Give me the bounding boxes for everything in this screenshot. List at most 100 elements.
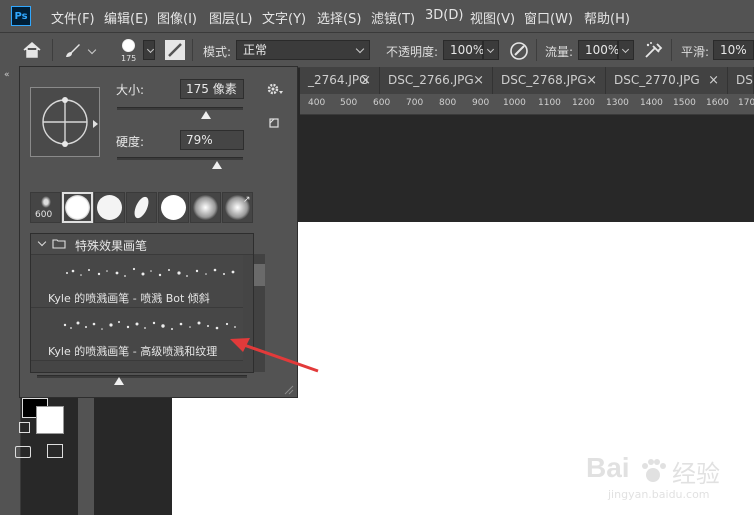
list-item[interactable]: Kyle 的喷溅画笔 - 高级喷溅和纹理 <box>31 308 243 361</box>
brush-preset[interactable]: ↗ <box>222 192 253 223</box>
brush-preset-selected[interactable] <box>62 192 93 223</box>
brush-preset[interactable] <box>190 192 221 223</box>
brush-preset-picker[interactable]: 175 <box>115 37 143 65</box>
document-tab[interactable]: DSC_2770.JPG × <box>606 67 728 94</box>
close-icon[interactable]: × <box>473 67 484 94</box>
size-slider-track[interactable] <box>117 107 243 110</box>
menu-image[interactable]: 图像(I) <box>157 8 197 27</box>
ruler-tick-label: 1500 <box>673 98 696 108</box>
close-icon[interactable]: × <box>586 67 597 94</box>
background-color-swatch[interactable] <box>36 406 64 434</box>
ruler-tick-label: 900 <box>472 98 490 108</box>
document-tab[interactable]: DSC_2766.JPG × <box>380 67 493 94</box>
expand-icon[interactable]: ↗ <box>243 195 251 205</box>
chevron-down-icon[interactable] <box>37 237 47 247</box>
ruler-tick-label: 800 <box>439 98 457 108</box>
opacity-dropdown-arrow[interactable] <box>483 40 499 60</box>
size-value: 175 像素 <box>186 82 237 96</box>
brush-preset-dropdown-arrow[interactable] <box>143 40 155 60</box>
splatter-tip-icon <box>41 196 51 208</box>
screen-mode-icon[interactable] <box>47 444 63 458</box>
round-tip-icon <box>161 195 186 220</box>
menu-file[interactable]: 文件(F) <box>51 8 95 27</box>
smoothing-input[interactable]: 10% <box>713 40 754 60</box>
menu-type[interactable]: 文字(Y) <box>262 8 306 27</box>
resize-grip-icon[interactable] <box>282 383 294 395</box>
scrollbar-thumb[interactable] <box>254 264 265 286</box>
menu-window[interactable]: 窗口(W) <box>524 8 573 27</box>
mode-select[interactable]: 正常 <box>236 40 370 60</box>
preset-size-label: 600 <box>35 210 53 220</box>
hardness-input[interactable]: 79% <box>180 130 244 150</box>
ruler-tick-label: 1200 <box>572 98 595 108</box>
brush-list: 特殊效果画笔 Kyle 的喷溅画笔 - 喷溅 Bot 倾斜 Kyle 的喷溅画笔… <box>30 233 265 373</box>
toggle-brush-settings-icon[interactable] <box>164 39 186 61</box>
menu-3d[interactable]: 3D(D) <box>425 8 463 23</box>
menu-select[interactable]: 选择(S) <box>317 8 361 27</box>
brush-tool-icon[interactable] <box>63 41 83 59</box>
annotation-arrow <box>230 338 319 373</box>
watermark-url: jingyan.baidu.com <box>608 488 710 501</box>
brush-preset[interactable] <box>158 192 189 223</box>
hardness-slider-track[interactable] <box>117 157 243 160</box>
menu-layer[interactable]: 图层(L) <box>209 8 252 27</box>
close-icon[interactable]: × <box>708 67 719 94</box>
hardness-label: 硬度: <box>116 135 145 149</box>
brush-angle-roundness-widget[interactable] <box>30 87 100 157</box>
opacity-input[interactable]: 100% <box>443 40 484 60</box>
brush-preset[interactable] <box>126 192 157 223</box>
watermark-logo-text: Bai <box>586 452 630 483</box>
separator <box>52 39 53 61</box>
new-preset-icon[interactable] <box>268 117 280 129</box>
collapse-panel-icon[interactable]: « <box>4 70 10 80</box>
close-icon[interactable]: × <box>360 67 371 94</box>
separator <box>671 39 672 61</box>
menu-bar: Ps 文件(F) 编辑(E) 图像(I) 图层(L) 文字(Y) 选择(S) 滤… <box>0 0 754 33</box>
angled-tip-icon <box>131 194 152 221</box>
brush-tool-chevron-icon[interactable] <box>87 45 97 55</box>
photoshop-logo[interactable]: Ps <box>11 6 31 26</box>
size-input[interactable]: 175 像素 <box>180 79 244 99</box>
brush-preset[interactable]: 600 <box>30 192 61 223</box>
ruler-tick-label: 170 <box>738 98 754 108</box>
document-tab[interactable]: DSC_2768.JPG × <box>493 67 606 94</box>
pressure-opacity-icon[interactable] <box>508 40 530 62</box>
ruler-tick-label: 1300 <box>606 98 629 108</box>
quick-mask-icon[interactable] <box>15 446 31 458</box>
flow-label: 流量: <box>545 45 574 59</box>
hardness-slider-thumb[interactable] <box>211 161 222 169</box>
ruler-tick-label: 1100 <box>538 98 561 108</box>
tab-label: DS <box>736 73 753 87</box>
ruler-tick-label: 1600 <box>706 98 729 108</box>
soft-tip-icon <box>193 195 218 220</box>
angle-flyout-arrow-icon[interactable] <box>93 120 98 128</box>
menu-view[interactable]: 视图(V) <box>470 8 515 27</box>
horizontal-ruler: 400 500 600 700 800 900 1000 1100 1200 1… <box>300 94 754 115</box>
tab-label: DSC_2770.JPG <box>614 73 700 87</box>
document-tab[interactable]: _2764.JPG × <box>300 67 380 94</box>
home-icon[interactable] <box>22 41 42 59</box>
tab-label: DSC_2766.JPG <box>388 73 474 87</box>
menu-edit[interactable]: 编辑(E) <box>104 8 148 27</box>
list-item[interactable]: Kyle 的喷溅画笔 - 喷溅 Bot 倾斜 <box>31 255 243 308</box>
menu-help[interactable]: 帮助(H) <box>584 8 630 27</box>
preview-size-slider-track[interactable] <box>37 375 247 378</box>
menu-filter[interactable]: 滤镜(T) <box>371 8 415 27</box>
ruler-tick-label: 600 <box>373 98 391 108</box>
mode-label: 模式: <box>203 45 232 59</box>
flow-dropdown-arrow[interactable] <box>618 40 634 60</box>
folder-icon <box>52 239 66 249</box>
document-tab[interactable]: DS <box>728 67 754 94</box>
watermark-jingyan-text: 经验 <box>672 460 720 488</box>
mode-value: 正常 <box>243 43 268 57</box>
soft-round-tip-icon <box>65 195 90 220</box>
brush-tip-preview-icon <box>122 39 135 52</box>
size-slider-thumb[interactable] <box>201 111 212 119</box>
flow-input[interactable]: 100% <box>578 40 619 60</box>
gear-icon[interactable] <box>266 82 284 96</box>
default-colors-icon[interactable] <box>19 422 30 433</box>
brush-preset[interactable] <box>94 192 125 223</box>
preview-size-slider-thumb[interactable] <box>113 377 124 385</box>
brush-group-header[interactable]: 特殊效果画笔 <box>31 234 253 255</box>
airbrush-icon[interactable] <box>643 40 665 62</box>
